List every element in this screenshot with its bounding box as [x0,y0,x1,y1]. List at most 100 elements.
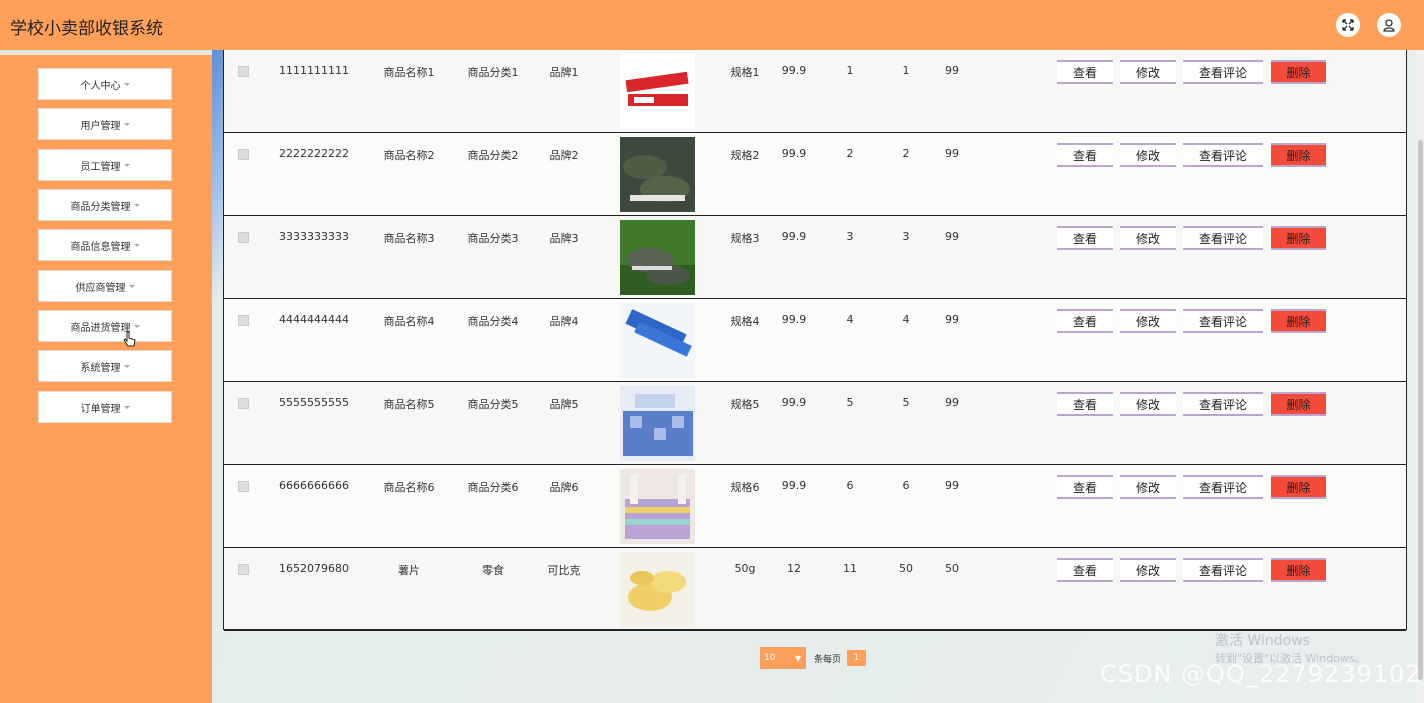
cell-spec: 50g [734,562,756,575]
edit-button[interactable]: 修改 [1120,475,1176,499]
cell-price: 99.9 [781,230,807,243]
sidebar-item-staff[interactable]: 员工管理 [38,149,172,181]
sidebar-item-label: 供应商管理 [75,282,126,294]
cell-price: 99.9 [781,479,807,492]
delete-button[interactable]: 删除 [1271,60,1326,84]
delete-button[interactable]: 删除 [1271,309,1326,333]
table-row: 1652079680 薯片 零食 可比克 50g 12 11 50 50 查看 修改 查看评论 删除 [224,548,1406,631]
edit-button[interactable]: 修改 [1120,392,1176,416]
activate-windows-title: 激活 Windows [1215,633,1310,649]
cell-price: 12 [787,562,801,575]
cell-code: 6666666666 [279,479,349,492]
product-table: 1111111111 商品名称1 商品分类1 品牌1 规格1 99.9 1 1 99 查看 修改 查看… [223,50,1407,631]
cell-brand: 品牌1 [549,66,579,79]
cell-brand: 品牌6 [549,481,579,494]
sidebar-item-product-info[interactable]: 商品信息管理 [38,229,172,261]
cell-c2: 4 [902,313,910,326]
product-image [620,137,695,212]
row-checkbox[interactable] [238,398,249,409]
view-reviews-button[interactable]: 查看评论 [1183,558,1263,582]
edit-button[interactable]: 修改 [1120,60,1176,84]
cell-c1: 11 [843,562,857,575]
row-checkbox[interactable] [238,232,249,243]
row-checkbox[interactable] [238,481,249,492]
cell-c1: 4 [846,313,854,326]
delete-button[interactable]: 删除 [1271,392,1326,416]
caret-down-icon [123,83,130,86]
sidebar-item-label: 员工管理 [80,161,121,173]
cell-c3: 99 [945,313,959,326]
view-reviews-button[interactable]: 查看评论 [1183,475,1263,499]
edit-button[interactable]: 修改 [1120,226,1176,250]
cell-code: 2222222222 [279,147,349,160]
caret-down-icon [123,406,130,409]
view-reviews-button[interactable]: 查看评论 [1183,226,1263,250]
view-button[interactable]: 查看 [1057,558,1113,582]
cell-code: 3333333333 [279,230,349,243]
row-checkbox[interactable] [238,315,249,326]
caret-down-icon [123,365,130,368]
scrollbar-thumb[interactable] [1418,140,1423,680]
caret-down-icon [123,164,130,167]
view-reviews-button[interactable]: 查看评论 [1183,143,1263,167]
sidebar-item-orders[interactable]: 订单管理 [38,391,172,423]
cell-c1: 2 [846,147,854,160]
cell-code: 1111111111 [279,64,349,77]
cell-c1: 1 [846,64,854,77]
view-button[interactable]: 查看 [1057,392,1113,416]
delete-button[interactable]: 删除 [1271,226,1326,250]
cell-code: 4444444444 [279,313,349,326]
product-image [620,552,695,627]
table-row: 5555555555 商品名称5 商品分类5 品牌5 规格5 99.9 5 5 99 查看 修改 查看… [224,382,1406,465]
cell-spec: 规格4 [730,315,760,328]
cell-name: 薯片 [398,564,420,577]
view-reviews-button[interactable]: 查看评论 [1183,60,1263,84]
cell-brand: 品牌3 [549,232,579,245]
hand-cursor-icon [123,331,136,347]
cell-c3: 99 [945,147,959,160]
page-size-select[interactable]: 10 ▼ [760,647,806,669]
product-image [620,220,695,295]
sidebar-item-label: 商品进货管理 [70,322,131,334]
sidebar-item-label: 商品分类管理 [70,201,131,213]
cell-c3: 50 [945,562,959,575]
sidebar-item-personal-center[interactable]: 个人中心 [38,68,172,100]
row-checkbox[interactable] [238,149,249,160]
user-button[interactable] [1377,13,1401,37]
sidebar-item-system[interactable]: 系统管理 [38,350,172,382]
cell-c3: 99 [945,64,959,77]
edit-button[interactable]: 修改 [1120,143,1176,167]
edit-button[interactable]: 修改 [1120,558,1176,582]
view-button[interactable]: 查看 [1057,226,1113,250]
chevron-down-icon: ▼ [794,654,801,663]
delete-button[interactable]: 删除 [1271,143,1326,167]
sidebar-item-users[interactable]: 用户管理 [38,108,172,140]
cell-brand: 品牌5 [549,398,579,411]
sidebar-item-product-category[interactable]: 商品分类管理 [38,189,172,221]
view-reviews-button[interactable]: 查看评论 [1183,392,1263,416]
cell-c2: 5 [902,396,910,409]
view-button[interactable]: 查看 [1057,60,1113,84]
fullscreen-button[interactable] [1336,13,1360,37]
expand-icon [1342,19,1354,31]
cell-c3: 99 [945,396,959,409]
cell-category: 商品分类3 [467,232,519,245]
user-icon [1383,19,1395,32]
edit-button[interactable]: 修改 [1120,309,1176,333]
cell-name: 商品名称1 [383,66,435,79]
view-reviews-button[interactable]: 查看评论 [1183,309,1263,333]
cell-c3: 99 [945,230,959,243]
delete-button[interactable]: 删除 [1271,558,1326,582]
page-number-current[interactable]: 1 [847,650,866,666]
delete-button[interactable]: 删除 [1271,475,1326,499]
caret-down-icon [133,244,140,247]
view-button[interactable]: 查看 [1057,143,1113,167]
sidebar-item-purchasing[interactable]: 商品进货管理 [38,310,172,347]
row-checkbox[interactable] [238,564,249,575]
sidebar-item-suppliers[interactable]: 供应商管理 [38,270,172,302]
row-checkbox[interactable] [238,66,249,77]
view-button[interactable]: 查看 [1057,475,1113,499]
cell-c3: 99 [945,479,959,492]
sidebar-item-label: 用户管理 [80,120,121,132]
view-button[interactable]: 查看 [1057,309,1113,333]
